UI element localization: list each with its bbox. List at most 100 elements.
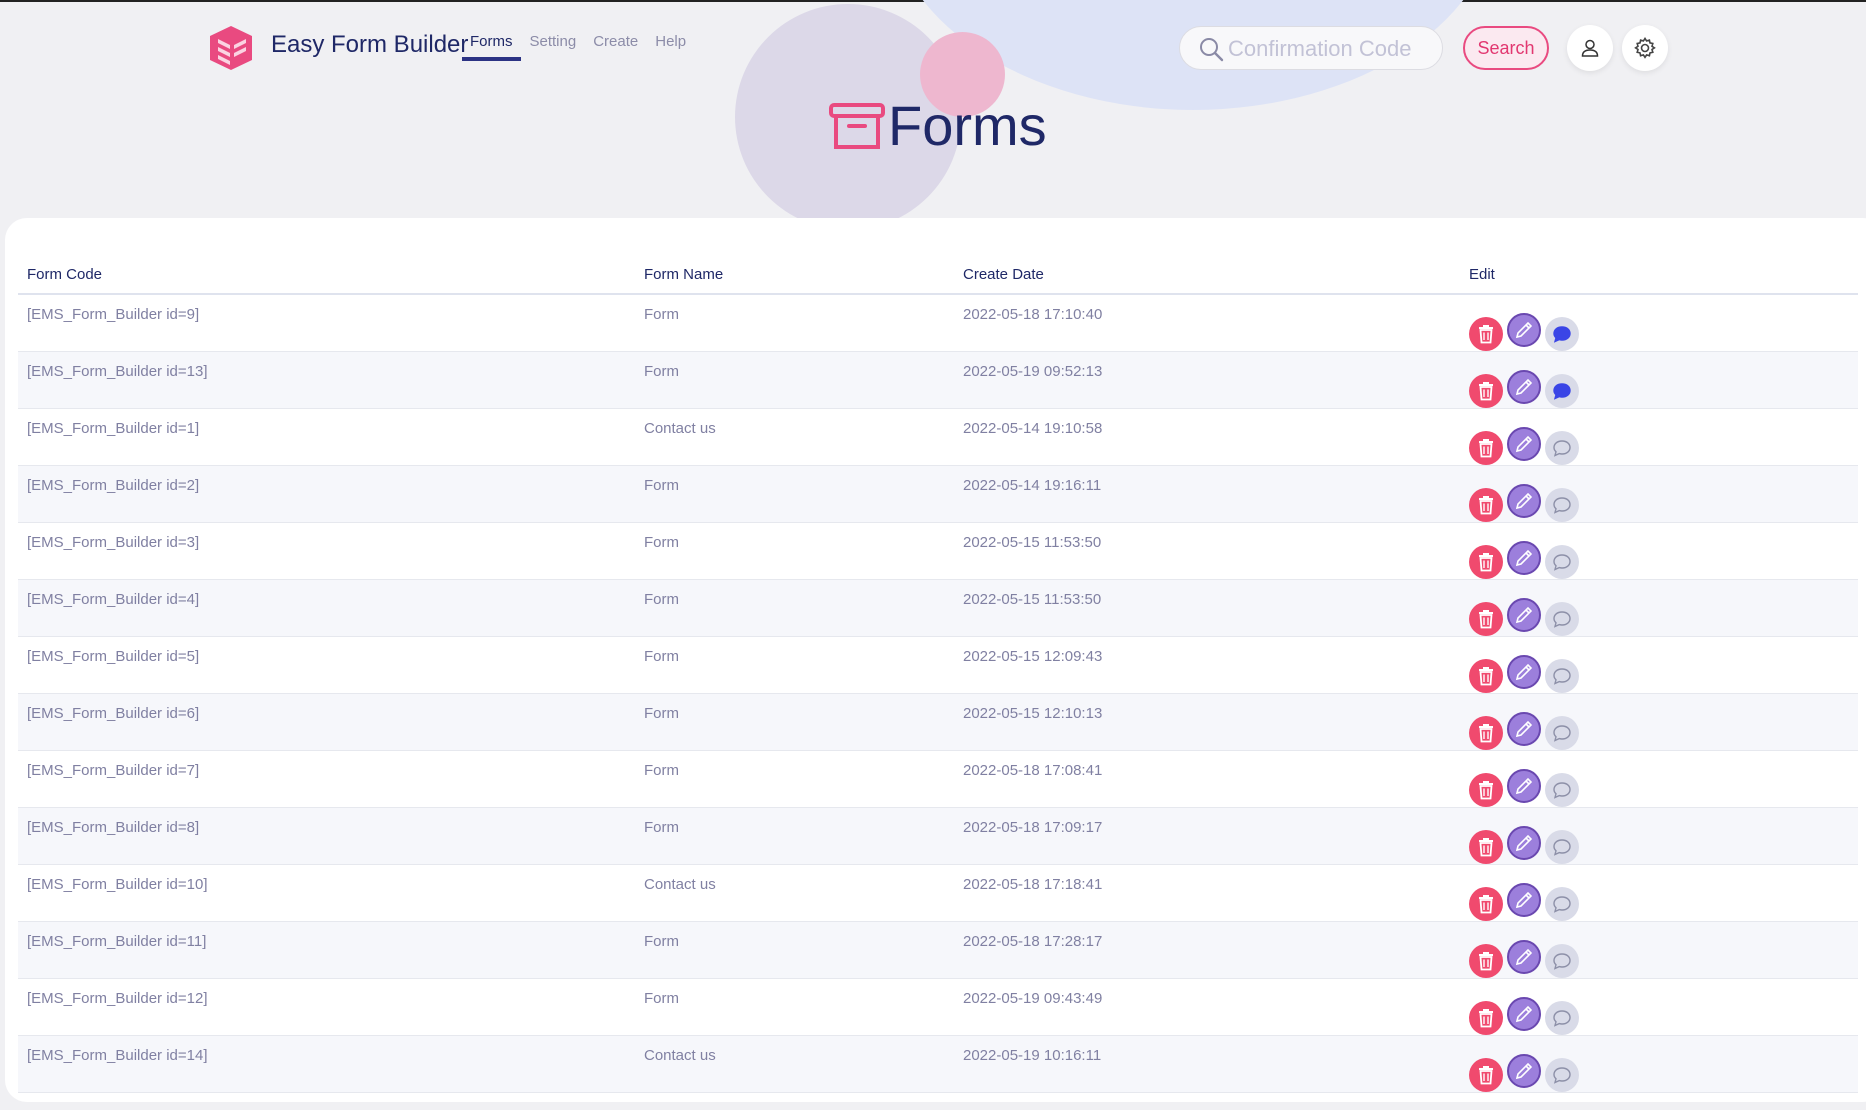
table-row[interactable]: [EMS_Form_Builder id=2] Form 2022-05-14 19… [18, 465, 1858, 523]
row-actions [1460, 294, 1858, 352]
table-row[interactable]: [EMS_Form_Builder id=9] Form 2022-05-18 17… [18, 294, 1858, 352]
chat-bubble-icon [1553, 611, 1571, 628]
chat-bubble-icon [1553, 497, 1571, 514]
chat-bubble-icon [1553, 782, 1571, 799]
table-row[interactable]: [EMS_Form_Builder id=8] Form 2022-05-18 17… [18, 807, 1858, 865]
nav-forms[interactable]: Forms [462, 33, 521, 61]
create-date-cell: 2022-05-19 09:52:13 [954, 351, 1460, 409]
create-date-cell: 2022-05-18 17:10:40 [954, 294, 1460, 352]
edit-form-button[interactable] [1507, 598, 1541, 632]
edit-form-button[interactable] [1507, 997, 1541, 1031]
easy-form-builder-logo[interactable] [206, 24, 256, 72]
view-messages-button[interactable] [1545, 830, 1579, 864]
table-header-row: Form Code Form Name Create Date Edit [18, 228, 1858, 295]
edit-form-button[interactable] [1507, 370, 1541, 404]
row-actions [1460, 636, 1858, 694]
table-row[interactable]: [EMS_Form_Builder id=3] Form 2022-05-15 11… [18, 522, 1858, 580]
delete-form-button[interactable] [1469, 1001, 1503, 1035]
delete-form-button[interactable] [1469, 716, 1503, 750]
edit-form-button[interactable] [1507, 655, 1541, 689]
delete-form-button[interactable] [1469, 374, 1503, 408]
row-actions [1460, 408, 1858, 466]
row-actions [1460, 978, 1858, 1036]
view-messages-button[interactable] [1545, 1058, 1579, 1092]
chat-bubble-icon [1553, 1010, 1571, 1027]
view-messages-button[interactable] [1545, 716, 1579, 750]
form-name-cell: Form [635, 750, 954, 808]
delete-form-button[interactable] [1469, 488, 1503, 522]
edit-form-button[interactable] [1507, 313, 1541, 347]
view-messages-button[interactable] [1545, 1001, 1579, 1035]
delete-form-button[interactable] [1469, 602, 1503, 636]
create-date-cell: 2022-05-19 09:43:49 [954, 978, 1460, 1036]
delete-form-button[interactable] [1469, 659, 1503, 693]
row-actions [1460, 921, 1858, 979]
form-code-cell: [EMS_Form_Builder id=14] [18, 1035, 635, 1093]
view-messages-button[interactable] [1545, 659, 1579, 693]
delete-form-button[interactable] [1469, 773, 1503, 807]
edit-form-button[interactable] [1507, 826, 1541, 860]
trash-icon [1479, 325, 1493, 344]
table-row[interactable]: [EMS_Form_Builder id=1] Contact us 2022-05… [18, 408, 1858, 466]
table-row[interactable]: [EMS_Form_Builder id=14] Contact us 2022-0… [18, 1035, 1858, 1093]
view-messages-button[interactable] [1545, 545, 1579, 579]
trash-icon [1479, 610, 1493, 629]
view-messages-button[interactable] [1545, 887, 1579, 921]
view-messages-button[interactable] [1545, 944, 1579, 978]
search-button[interactable]: Search [1463, 26, 1549, 70]
trash-icon [1479, 781, 1493, 800]
settings-button[interactable] [1622, 25, 1668, 71]
view-messages-button[interactable] [1545, 602, 1579, 636]
trash-icon [1479, 667, 1493, 686]
view-messages-button[interactable] [1545, 317, 1579, 351]
confirmation-code-input[interactable] [1226, 27, 1440, 71]
table-row[interactable]: [EMS_Form_Builder id=13] Form 2022-05-19 0… [18, 351, 1858, 409]
delete-form-button[interactable] [1469, 317, 1503, 351]
view-messages-button[interactable] [1545, 431, 1579, 465]
action-buttons [1469, 990, 1858, 1035]
table-row[interactable]: [EMS_Form_Builder id=7] Form 2022-05-18 17… [18, 750, 1858, 808]
edit-form-button[interactable] [1507, 484, 1541, 518]
edit-form-button[interactable] [1507, 883, 1541, 917]
create-date-cell: 2022-05-15 11:53:50 [954, 579, 1460, 637]
brand-name[interactable]: Easy Form Builder [271, 31, 468, 59]
view-messages-button[interactable] [1545, 488, 1579, 522]
create-date-cell: 2022-05-18 17:18:41 [954, 864, 1460, 922]
edit-form-button[interactable] [1507, 769, 1541, 803]
delete-form-button[interactable] [1469, 1058, 1503, 1092]
edit-form-button[interactable] [1507, 712, 1541, 746]
confirmation-code-search [1179, 26, 1443, 71]
form-name-cell: Form [635, 807, 954, 865]
nav-create[interactable]: Create [593, 33, 638, 61]
chat-bubble-icon [1553, 554, 1571, 571]
table-row[interactable]: [EMS_Form_Builder id=6] Form 2022-05-15 12… [18, 693, 1858, 751]
column-header-edit: Edit [1460, 228, 1858, 295]
row-actions [1460, 579, 1858, 637]
edit-form-button[interactable] [1507, 541, 1541, 575]
page-title-text: Forms [888, 94, 1047, 157]
nav-help[interactable]: Help [655, 33, 686, 61]
user-button[interactable] [1567, 25, 1613, 71]
view-messages-button[interactable] [1545, 773, 1579, 807]
delete-form-button[interactable] [1469, 887, 1503, 921]
nav-setting[interactable]: Setting [530, 33, 577, 61]
edit-form-button[interactable] [1507, 940, 1541, 974]
delete-form-button[interactable] [1469, 830, 1503, 864]
action-buttons [1469, 477, 1858, 522]
table-row[interactable]: [EMS_Form_Builder id=12] Form 2022-05-19 0… [18, 978, 1858, 1036]
row-actions [1460, 522, 1858, 580]
table-row[interactable]: [EMS_Form_Builder id=5] Form 2022-05-15 12… [18, 636, 1858, 694]
table-row[interactable]: [EMS_Form_Builder id=10] Contact us 2022-0… [18, 864, 1858, 922]
page-title: Forms [828, 96, 1047, 156]
delete-form-button[interactable] [1469, 545, 1503, 579]
form-code-cell: [EMS_Form_Builder id=7] [18, 750, 635, 808]
table-row[interactable]: [EMS_Form_Builder id=11] Form 2022-05-18 1… [18, 921, 1858, 979]
delete-form-button[interactable] [1469, 431, 1503, 465]
edit-form-button[interactable] [1507, 1054, 1541, 1088]
view-messages-button[interactable] [1545, 374, 1579, 408]
action-buttons [1469, 705, 1858, 750]
edit-form-button[interactable] [1507, 427, 1541, 461]
user-icon [1581, 39, 1599, 57]
delete-form-button[interactable] [1469, 944, 1503, 978]
table-row[interactable]: [EMS_Form_Builder id=4] Form 2022-05-15 11… [18, 579, 1858, 637]
